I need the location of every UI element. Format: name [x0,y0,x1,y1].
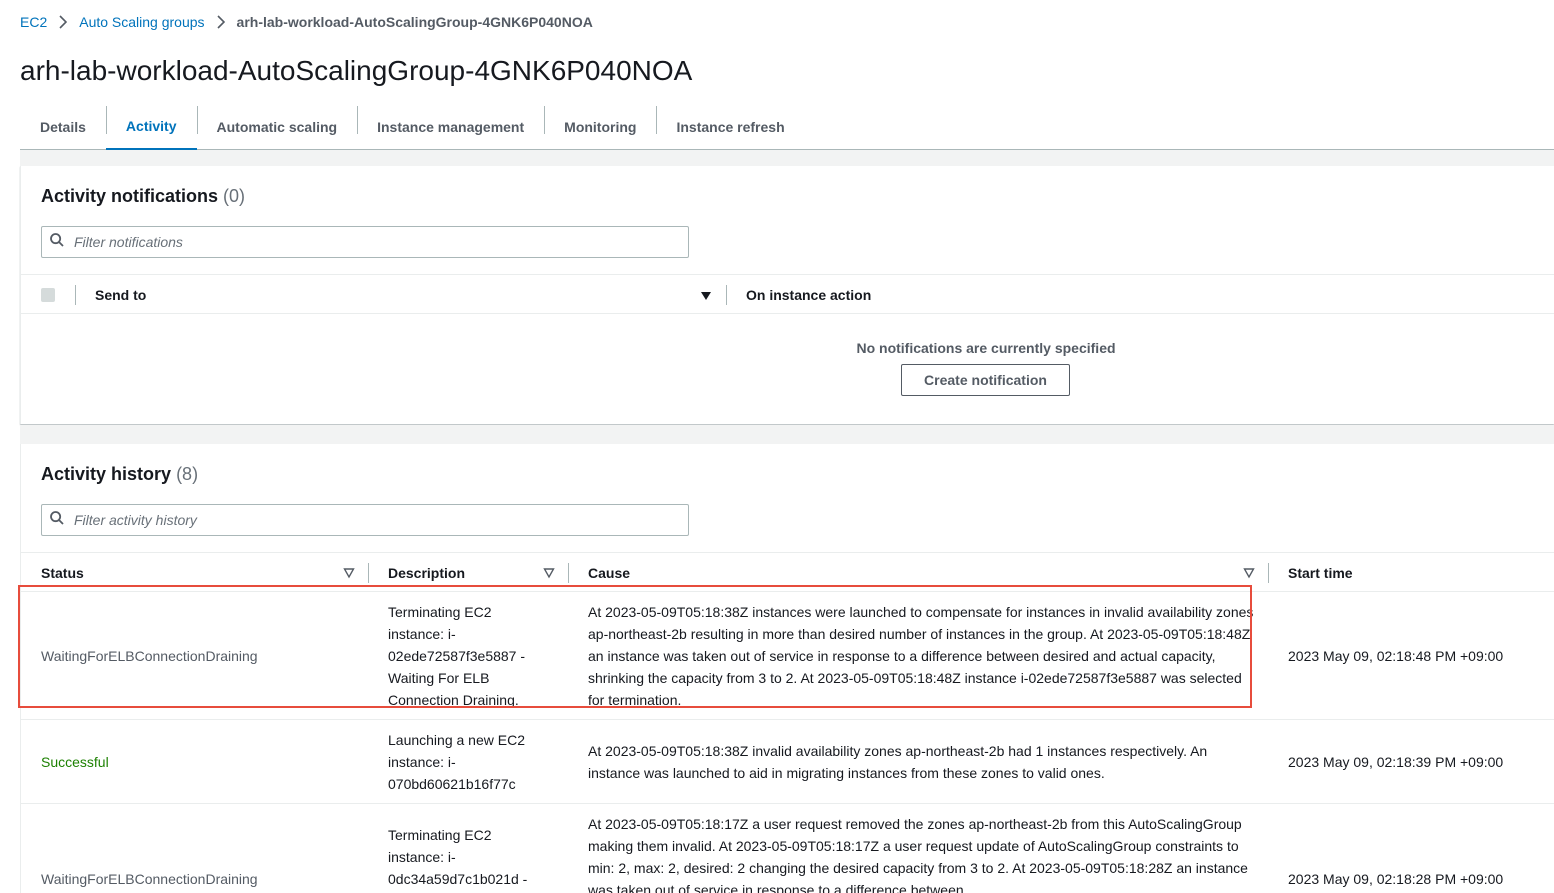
select-all-checkbox[interactable] [41,288,55,302]
row-description: Terminating EC2 instance: i-02ede72587f3… [388,604,526,708]
row-cause: At 2023-05-09T05:18:38Z instances were l… [588,604,1254,708]
page-title: arh-lab-workload-AutoScalingGroup-4GNK6P… [20,55,693,86]
column-divider [75,285,76,305]
column-header-on-instance-action[interactable]: On instance action [746,275,871,315]
filter-notifications-input[interactable] [74,234,654,250]
column-header-status[interactable]: Status [41,553,84,593]
activity-history-count: (8) [176,464,199,484]
row-start-time: 2023 May 09, 02:18:39 PM +09:00 [1288,754,1504,770]
column-divider [726,285,727,305]
tab-instance-refresh[interactable]: Instance refresh [656,104,804,150]
sort-down-icon[interactable] [1243,566,1255,582]
activity-history-title-text: Activity history [41,464,172,484]
breadcrumb-asg-link[interactable]: Auto Scaling groups [79,14,204,30]
row-cause: At 2023-05-09T05:18:17Z a user request r… [588,816,1248,893]
filter-notifications[interactable] [41,226,689,258]
row-description: Terminating EC2 instance: i-0dc34a59d7c1… [388,827,528,887]
column-header-cause[interactable]: Cause [588,553,630,593]
tab-monitoring[interactable]: Monitoring [544,104,656,150]
tab-details[interactable]: Details [20,104,106,150]
row-start-time: 2023 May 09, 02:18:48 PM +09:00 [1288,648,1504,664]
sort-down-icon[interactable] [343,566,355,582]
create-notification-button[interactable]: Create notification [901,364,1070,396]
search-icon [50,232,64,252]
section-gap [20,150,1554,166]
tab-automatic-scaling[interactable]: Automatic scaling [196,104,358,150]
filter-activity-history[interactable] [41,504,689,536]
table-row[interactable]: WaitingForELBConnectionDraining Terminat… [21,804,1554,893]
filter-activity-history-input[interactable] [74,512,654,528]
search-icon [50,510,64,530]
breadcrumb: EC2 Auto Scaling groups arh-lab-workload… [20,12,593,32]
row-start-time: 2023 May 09, 02:18:28 PM +09:00 [1288,871,1504,887]
caret-down-icon[interactable] [701,288,711,304]
activity-notifications-title-text: Activity notifications [41,186,219,206]
activity-notifications-count: (0) [223,186,246,206]
tab-instance-management[interactable]: Instance management [357,104,544,150]
column-header-start-time[interactable]: Start time [1288,553,1353,593]
row-status: Successful [41,754,109,770]
column-header-description[interactable]: Description [388,553,465,593]
column-divider [1268,563,1269,583]
row-cause: At 2023-05-09T05:18:38Z invalid availabi… [588,743,1208,781]
section-gap [20,425,1554,444]
sort-down-icon[interactable] [543,566,555,582]
notifications-table-header: Send to On instance action [21,274,1554,314]
table-row[interactable]: Successful Launching a new EC2 instance:… [21,720,1554,804]
row-description: Launching a new EC2 instance: i-070bd606… [388,732,525,792]
row-status: WaitingForELBConnectionDraining [41,648,258,664]
activity-notifications-panel: Activity notifications (0) Send to On in… [20,166,1554,424]
tab-bar: Details Activity Automatic scaling Insta… [20,104,1554,150]
history-table-header: Status Description Cause Start time [21,552,1554,592]
breadcrumb-current: arh-lab-workload-AutoScalingGroup-4GNK6P… [236,14,593,30]
column-header-send-to[interactable]: Send to [95,275,146,315]
activity-history-panel: Activity history (8) Status Description … [20,444,1554,893]
notifications-empty-text: No notifications are currently specified [856,340,1116,356]
chevron-right-icon [216,15,225,29]
row-status: WaitingForELBConnectionDraining [41,871,258,887]
tab-activity[interactable]: Activity [105,104,197,150]
breadcrumb-ec2-link[interactable]: EC2 [20,14,47,30]
activity-notifications-title: Activity notifications (0) [41,186,245,207]
chevron-right-icon [59,15,68,29]
table-row[interactable]: WaitingForELBConnectionDraining Terminat… [21,592,1554,720]
column-divider [568,563,569,583]
activity-history-title: Activity history (8) [41,464,198,485]
column-divider [368,563,369,583]
